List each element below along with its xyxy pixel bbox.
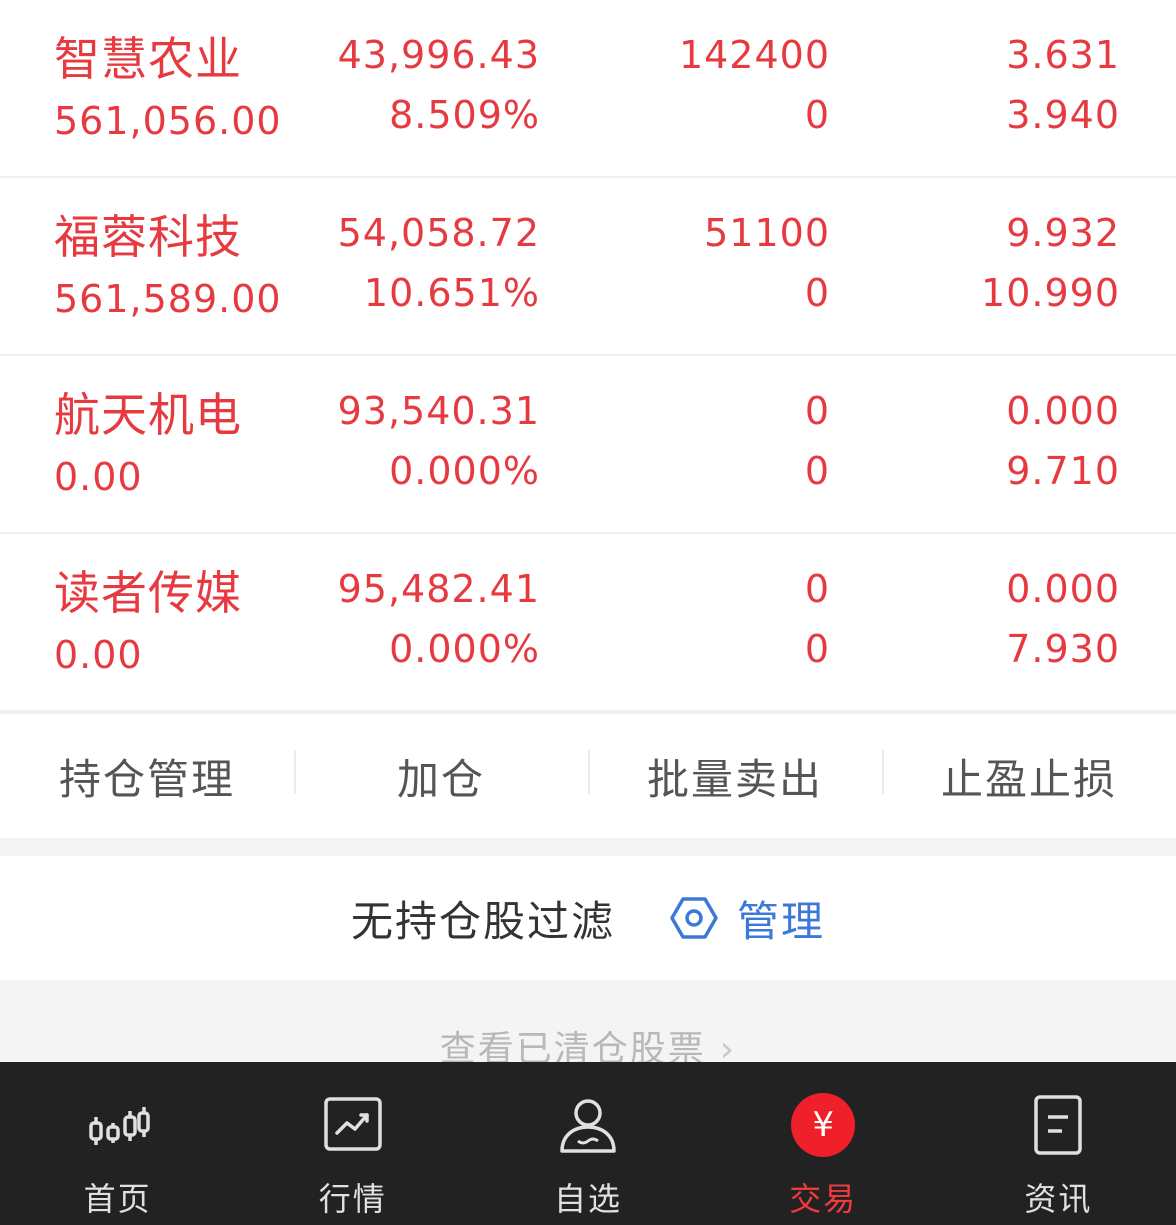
available-qty: 0 <box>804 627 830 671</box>
available-qty: 0 <box>804 449 830 493</box>
current-price: 3.940 <box>1006 93 1120 137</box>
market-value: 561,056.00 <box>54 99 282 143</box>
section-divider <box>0 838 1176 856</box>
market-value: 0.00 <box>54 633 143 677</box>
holding-row[interactable]: 福蓉科技 561,589.00 54,058.72 10.651% 51100 … <box>0 178 1176 356</box>
profit-loss: 93,540.31 <box>337 389 540 433</box>
holdings-list: 智慧农业 561,056.00 43,996.43 8.509% 142400 … <box>0 0 1176 712</box>
cost-price: 9.932 <box>1006 211 1120 255</box>
yen-icon: ¥ <box>788 1090 858 1160</box>
position-qty: 142400 <box>678 33 830 77</box>
position-qty: 0 <box>804 567 830 611</box>
tab-trade-label: 交易 <box>789 1180 858 1218</box>
add-position-button[interactable]: 加仓 <box>294 746 588 807</box>
tab-news[interactable]: 资讯 <box>941 1062 1176 1225</box>
trend-chart-icon <box>318 1090 388 1160</box>
stock-name: 航天机电 <box>54 388 242 442</box>
profit-loss: 95,482.41 <box>337 567 540 611</box>
hexagon-settings-icon <box>670 897 718 939</box>
profit-ratio: 0.000% <box>389 627 540 671</box>
stock-name: 读者传媒 <box>54 566 242 620</box>
cost-price: 0.000 <box>1006 389 1120 433</box>
profit-ratio: 10.651% <box>363 271 540 315</box>
filter-manage-label: 管理 <box>737 896 826 946</box>
profit-loss: 54,058.72 <box>337 211 540 255</box>
stop-profit-loss-button[interactable]: 止盈止损 <box>882 746 1176 807</box>
tab-home[interactable]: 首页 <box>0 1062 235 1225</box>
trade-holdings-page: 智慧农业 561,056.00 43,996.43 8.509% 142400 … <box>0 0 1176 1225</box>
current-price: 9.710 <box>1006 449 1120 493</box>
filter-manage-button[interactable]: 管理 <box>669 888 825 949</box>
cost-price: 3.631 <box>1006 33 1120 77</box>
market-value: 561,589.00 <box>54 277 282 321</box>
stock-name: 福蓉科技 <box>54 210 242 264</box>
holding-row[interactable]: 智慧农业 561,056.00 43,996.43 8.509% 142400 … <box>0 0 1176 178</box>
document-icon <box>1023 1090 1093 1160</box>
tab-watchlist-label: 自选 <box>554 1180 623 1218</box>
tab-trade[interactable]: ¥ 交易 <box>706 1062 941 1225</box>
no-holding-filter-bar: 无持仓股过滤 管理 <box>0 856 1176 980</box>
batch-sell-button[interactable]: 批量卖出 <box>588 746 882 807</box>
current-price: 10.990 <box>981 271 1120 315</box>
available-qty: 0 <box>804 93 830 137</box>
yen-badge: ¥ <box>791 1093 856 1157</box>
stock-name: 智慧农业 <box>54 32 242 86</box>
bottom-tab-bar: 首页 行情 自选 ¥ 交易 资讯 <box>0 1062 1176 1225</box>
tab-home-label: 首页 <box>83 1180 152 1218</box>
current-price: 7.930 <box>1006 627 1120 671</box>
position-qty: 0 <box>804 389 830 433</box>
market-value: 0.00 <box>54 455 143 499</box>
tab-market[interactable]: 行情 <box>235 1062 470 1225</box>
user-icon <box>553 1090 623 1160</box>
holding-row[interactable]: 读者传媒 0.00 95,482.41 0.000% 0 0 0.000 7.9… <box>0 534 1176 712</box>
tab-market-label: 行情 <box>318 1180 387 1218</box>
available-qty: 0 <box>804 271 830 315</box>
no-holding-filter-label: 无持仓股过滤 <box>350 896 615 946</box>
candlestick-icon <box>83 1090 153 1160</box>
profit-ratio: 0.000% <box>389 449 540 493</box>
holding-row[interactable]: 航天机电 0.00 93,540.31 0.000% 0 0 0.000 9.7… <box>0 356 1176 534</box>
profit-loss: 43,996.43 <box>337 33 540 77</box>
holdings-action-bar: 持仓管理 加仓 批量卖出 止盈止损 <box>0 712 1176 838</box>
tab-news-label: 资讯 <box>1024 1180 1093 1218</box>
position-qty: 51100 <box>704 211 830 255</box>
profit-ratio: 8.509% <box>389 93 540 137</box>
cost-price: 0.000 <box>1006 567 1120 611</box>
tab-watchlist[interactable]: 自选 <box>470 1062 705 1225</box>
manage-positions-button[interactable]: 持仓管理 <box>0 746 294 807</box>
